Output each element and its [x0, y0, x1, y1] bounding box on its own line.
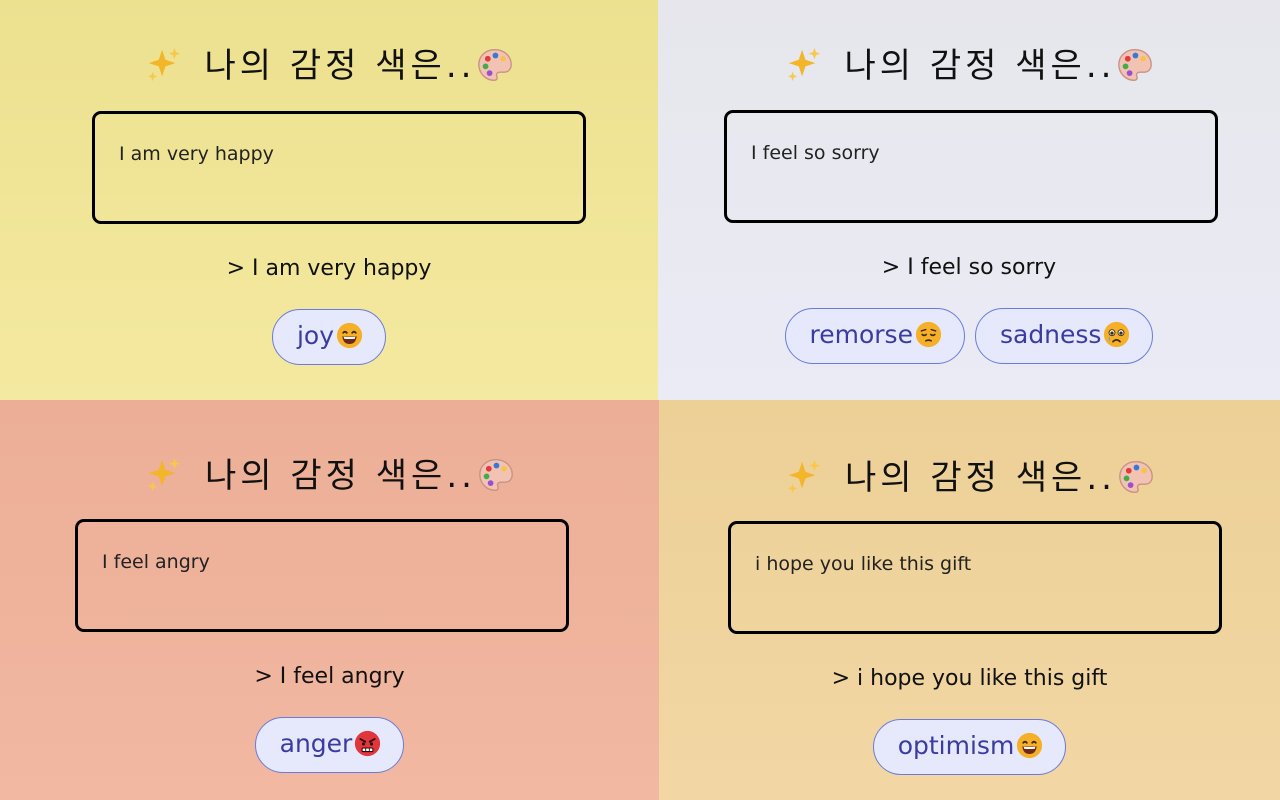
- emotion-label: sadness: [999, 320, 1102, 349]
- emotion-tags: optimism: [659, 719, 1280, 775]
- emotion-tag-optimism: optimism: [872, 719, 1067, 775]
- app-grid: 나의 감정 색은.. I am very happy > I am very h…: [0, 0, 1280, 800]
- sparkles-icon: [785, 46, 823, 84]
- crying-face-icon: [1103, 321, 1130, 348]
- emotion-tag-sadness: sadness: [974, 308, 1154, 364]
- emotion-tag-anger: anger: [254, 717, 405, 773]
- emotion-tags: joy: [0, 309, 658, 365]
- input-echo: > I am very happy: [226, 256, 432, 281]
- artist-palette-icon: [478, 457, 514, 493]
- title-text: 나의 감정 색은..: [205, 456, 476, 496]
- page-title: 나의 감정 색은..: [0, 38, 658, 87]
- emotion-label: anger: [279, 729, 353, 758]
- sparkles-icon: [145, 456, 183, 494]
- title-text: 나의 감정 색은..: [845, 458, 1116, 498]
- grinning-face-icon: [1016, 732, 1043, 759]
- emotion-text-input[interactable]: I feel angry: [75, 519, 569, 632]
- title-text: 나의 감정 색은..: [844, 46, 1116, 86]
- emotion-tags: anger: [0, 717, 659, 773]
- angry-face-icon: [354, 730, 381, 757]
- input-echo: > i hope you like this gift: [831, 666, 1108, 691]
- input-echo: > I feel so sorry: [881, 255, 1057, 280]
- emotion-text-input[interactable]: I am very happy: [92, 111, 586, 224]
- emotion-label: optimism: [897, 731, 1015, 760]
- artist-palette-icon: [1117, 47, 1153, 83]
- emotion-label: remorse: [809, 320, 913, 349]
- page-title: 나의 감정 색은..: [658, 38, 1280, 87]
- emotion-tags: remorse sadness: [658, 308, 1280, 364]
- title-text: 나의 감정 색은..: [204, 46, 476, 86]
- page-title: 나의 감정 색은..: [0, 448, 659, 497]
- sparkles-icon: [785, 458, 823, 496]
- sparkles-icon: [145, 46, 183, 84]
- emotion-tag-joy: joy: [271, 309, 387, 365]
- emotion-panel-2: 나의 감정 색은.. I feel so sorry > I feel so s…: [658, 0, 1280, 400]
- artist-palette-icon: [477, 47, 513, 83]
- emotion-tag-remorse: remorse: [784, 308, 965, 364]
- emotion-panel-4: 나의 감정 색은.. i hope you like this gift > i…: [659, 400, 1280, 800]
- input-echo: > I feel angry: [254, 664, 405, 689]
- pensive-face-icon: [915, 321, 942, 348]
- emotion-panel-1: 나의 감정 색은.. I am very happy > I am very h…: [0, 0, 658, 400]
- emotion-text-input[interactable]: I feel so sorry: [724, 110, 1218, 223]
- page-title: 나의 감정 색은..: [659, 450, 1280, 499]
- artist-palette-icon: [1118, 459, 1154, 495]
- emotion-text-input[interactable]: i hope you like this gift: [728, 521, 1222, 634]
- emotion-label: joy: [296, 321, 335, 350]
- grinning-face-icon: [336, 322, 363, 349]
- emotion-panel-3: 나의 감정 색은.. I feel angry > I feel angry a…: [0, 400, 659, 800]
